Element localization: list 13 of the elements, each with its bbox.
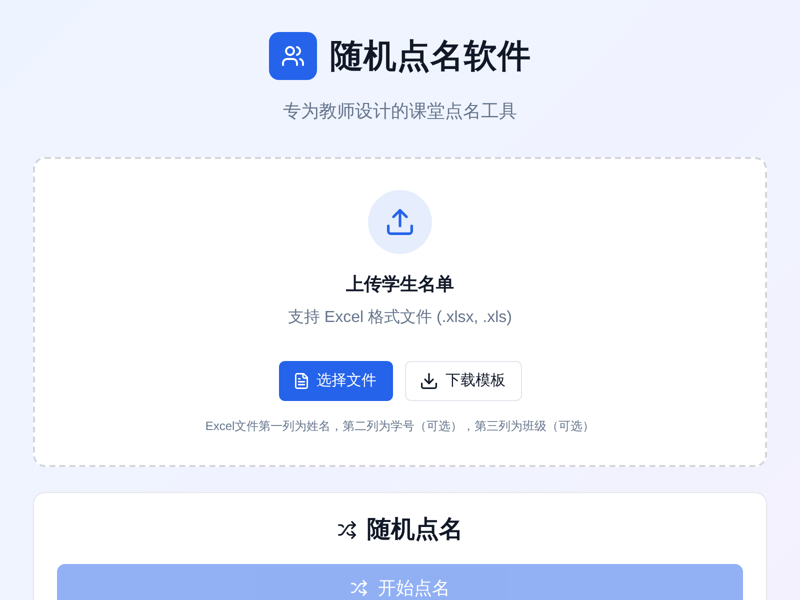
- file-icon: [294, 373, 308, 389]
- shuffle-icon: [350, 580, 368, 596]
- choose-file-button[interactable]: 选择文件: [278, 361, 392, 401]
- download-icon: [420, 373, 436, 389]
- shuffle-icon: [337, 521, 357, 539]
- download-template-button[interactable]: 下载模板: [404, 361, 522, 401]
- roll-call-title: 随机点名: [367, 515, 463, 545]
- users-icon: [269, 32, 317, 80]
- app-title: 随机点名软件: [330, 36, 531, 76]
- format-hint: Excel文件第一列为姓名，第二列为学号（可选），第三列为班级（可选）: [205, 418, 595, 435]
- upload-title: 上传学生名单: [346, 273, 454, 296]
- app-subtitle: 专为教师设计的课堂点名工具: [283, 100, 517, 123]
- upload-description: 支持 Excel 格式文件 (.xlsx, .xls): [288, 308, 512, 328]
